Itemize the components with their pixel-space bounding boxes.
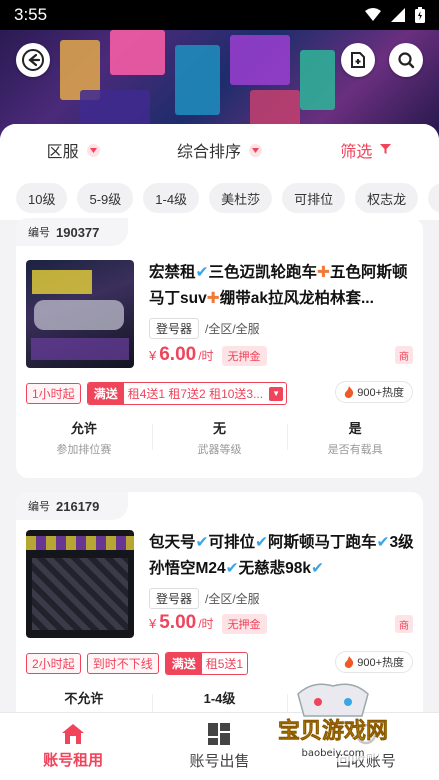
verified-icon: ✔	[196, 264, 209, 281]
listing-attributes: 允许参加排位赛 无武器等级 是是否有载具	[16, 418, 423, 457]
listing-id: 编号 216179	[16, 492, 128, 520]
share-button[interactable]	[341, 43, 375, 77]
filter-button[interactable]: 筛选	[293, 138, 439, 162]
chip-ranked[interactable]: 可排位	[282, 183, 345, 213]
no-logout-tag: 到时不下线	[87, 653, 159, 674]
listing-id-value: 216179	[56, 499, 99, 514]
listing-thumbnail	[26, 260, 134, 368]
chip-gd[interactable]: 权志龙	[355, 183, 418, 213]
status-icons	[365, 7, 425, 23]
attr-vehicle: 是是否有载具	[287, 418, 423, 457]
chip-level-10[interactable]: 10级	[16, 183, 67, 213]
battery-icon	[415, 7, 425, 23]
caret-down-icon	[87, 144, 100, 157]
svg-text:宝贝游戏网: 宝贝游戏网	[278, 718, 388, 744]
heat-badge: 900+热度	[335, 381, 413, 403]
signal-icon	[391, 8, 405, 22]
no-deposit-badge: 无押金	[222, 346, 267, 366]
svg-text:baobeiy.com: baobeiy.com	[302, 748, 365, 759]
promo-row: 1小时起 满送 租4送1 租7送2 租10送3... ▼	[26, 382, 287, 405]
listing-price: ¥6.00/时 无押金	[149, 344, 267, 366]
listing-meta: 登号器 /全区/全服	[149, 318, 260, 339]
verified-icon: ✔	[311, 560, 324, 577]
heat-badge: 900+热度	[335, 651, 413, 673]
search-icon	[397, 51, 415, 69]
verified-icon: ✔	[226, 560, 239, 577]
verified-icon: ✔	[196, 534, 209, 551]
plus-icon: ✚	[317, 264, 330, 281]
verified-icon: ✔	[377, 534, 390, 551]
listing-id-label: 编号	[28, 498, 50, 514]
merchant-badge: 商	[395, 615, 413, 633]
filter-label: 筛选	[340, 138, 372, 162]
platform-tag: 登号器	[149, 588, 199, 609]
server-text: /全区/全服	[205, 320, 260, 337]
watermark-logo: 宝贝游戏网 baobeiy.com	[258, 676, 408, 768]
listing-id: 编号 190377	[16, 218, 128, 246]
min-rent-tag: 2小时起	[26, 653, 81, 674]
server-text: /全区/全服	[205, 590, 260, 607]
chip-level-1-4[interactable]: 1-4级	[143, 183, 199, 213]
sort-order-label: 综合排序	[177, 138, 241, 162]
min-rent-tag: 1小时起	[26, 383, 81, 404]
wifi-icon	[365, 8, 381, 22]
listing-id-value: 190377	[56, 225, 99, 240]
caret-down-icon	[249, 144, 262, 157]
attr-weapon-level: 无武器等级	[152, 418, 288, 457]
no-deposit-badge: 无押金	[222, 614, 267, 634]
back-button[interactable]	[16, 43, 50, 77]
merchant-badge: 商	[395, 346, 413, 364]
sort-bar: 区服 综合排序 筛选	[0, 124, 439, 176]
back-arrow-icon	[22, 49, 44, 71]
grid-icon	[207, 722, 231, 746]
flame-icon	[344, 386, 354, 398]
server-filter[interactable]: 区服	[0, 138, 146, 162]
listing-title: 宏禁租✔三色迈凯轮跑车✚五色阿斯顿马丁suv✚绷带ak拉风龙柏林套...	[149, 260, 415, 312]
chevron-down-icon: ▼	[269, 387, 283, 401]
nav-rent[interactable]: 账号租用	[0, 713, 146, 780]
listing-title: 包天号✔可排位✔阿斯顿马丁跑车✔3级孙悟空M24✔无慈悲98k✔	[149, 530, 415, 582]
chip-berlin[interactable]: 柏林	[428, 183, 439, 213]
promo-dropdown[interactable]: 满送 租4送1 租7送2 租10送3... ▼	[87, 382, 287, 405]
chip-level-5-9[interactable]: 5-9级	[77, 183, 133, 213]
chip-medusa[interactable]: 美杜莎	[209, 183, 272, 213]
filter-funnel-icon	[380, 141, 391, 159]
nav-sell-label: 账号出售	[189, 750, 249, 771]
home-icon	[61, 723, 85, 745]
heat-text: 900+热度	[357, 654, 404, 670]
listing-card[interactable]: 编号 190377 宏禁租✔三色迈凯轮跑车✚五色阿斯顿马丁suv✚绷带ak拉风龙…	[16, 218, 423, 478]
listing-id-label: 编号	[28, 224, 50, 240]
promo-label: 满送	[88, 383, 124, 404]
platform-tag: 登号器	[149, 318, 199, 339]
flame-icon	[344, 656, 354, 668]
promo-text: 租4送1 租7送2 租10送3...	[124, 384, 267, 403]
listing-meta: 登号器 /全区/全服	[149, 588, 260, 609]
promo-text: 租5送1	[202, 654, 247, 673]
verified-icon: ✔	[255, 534, 268, 551]
status-bar: 3:55	[0, 0, 439, 30]
content-sheet: 区服 综合排序 筛选 10级 5-9级 1-4级 美杜莎 可排位 权志龙 柏林 …	[0, 124, 439, 712]
server-filter-label: 区服	[47, 138, 79, 162]
sort-order-dropdown[interactable]: 综合排序	[146, 138, 292, 162]
listing-price: ¥5.00/时 无押金	[149, 612, 267, 634]
promo-row: 2小时起 到时不下线 满送 租5送1	[26, 652, 248, 675]
attr-ranked: 不允许	[16, 688, 152, 707]
status-time: 3:55	[14, 5, 47, 25]
heat-text: 900+热度	[357, 384, 404, 400]
promo-label: 满送	[166, 653, 202, 674]
filter-chips: 10级 5-9级 1-4级 美杜莎 可排位 权志龙 柏林	[0, 176, 439, 220]
plus-icon: ✚	[207, 290, 220, 307]
nav-rent-label: 账号租用	[43, 749, 103, 770]
promo-box[interactable]: 满送 租5送1	[165, 652, 248, 675]
attr-ranked: 允许参加排位赛	[16, 418, 152, 457]
share-doc-icon	[349, 51, 367, 69]
search-button[interactable]	[389, 43, 423, 77]
listing-thumbnail	[26, 530, 134, 638]
